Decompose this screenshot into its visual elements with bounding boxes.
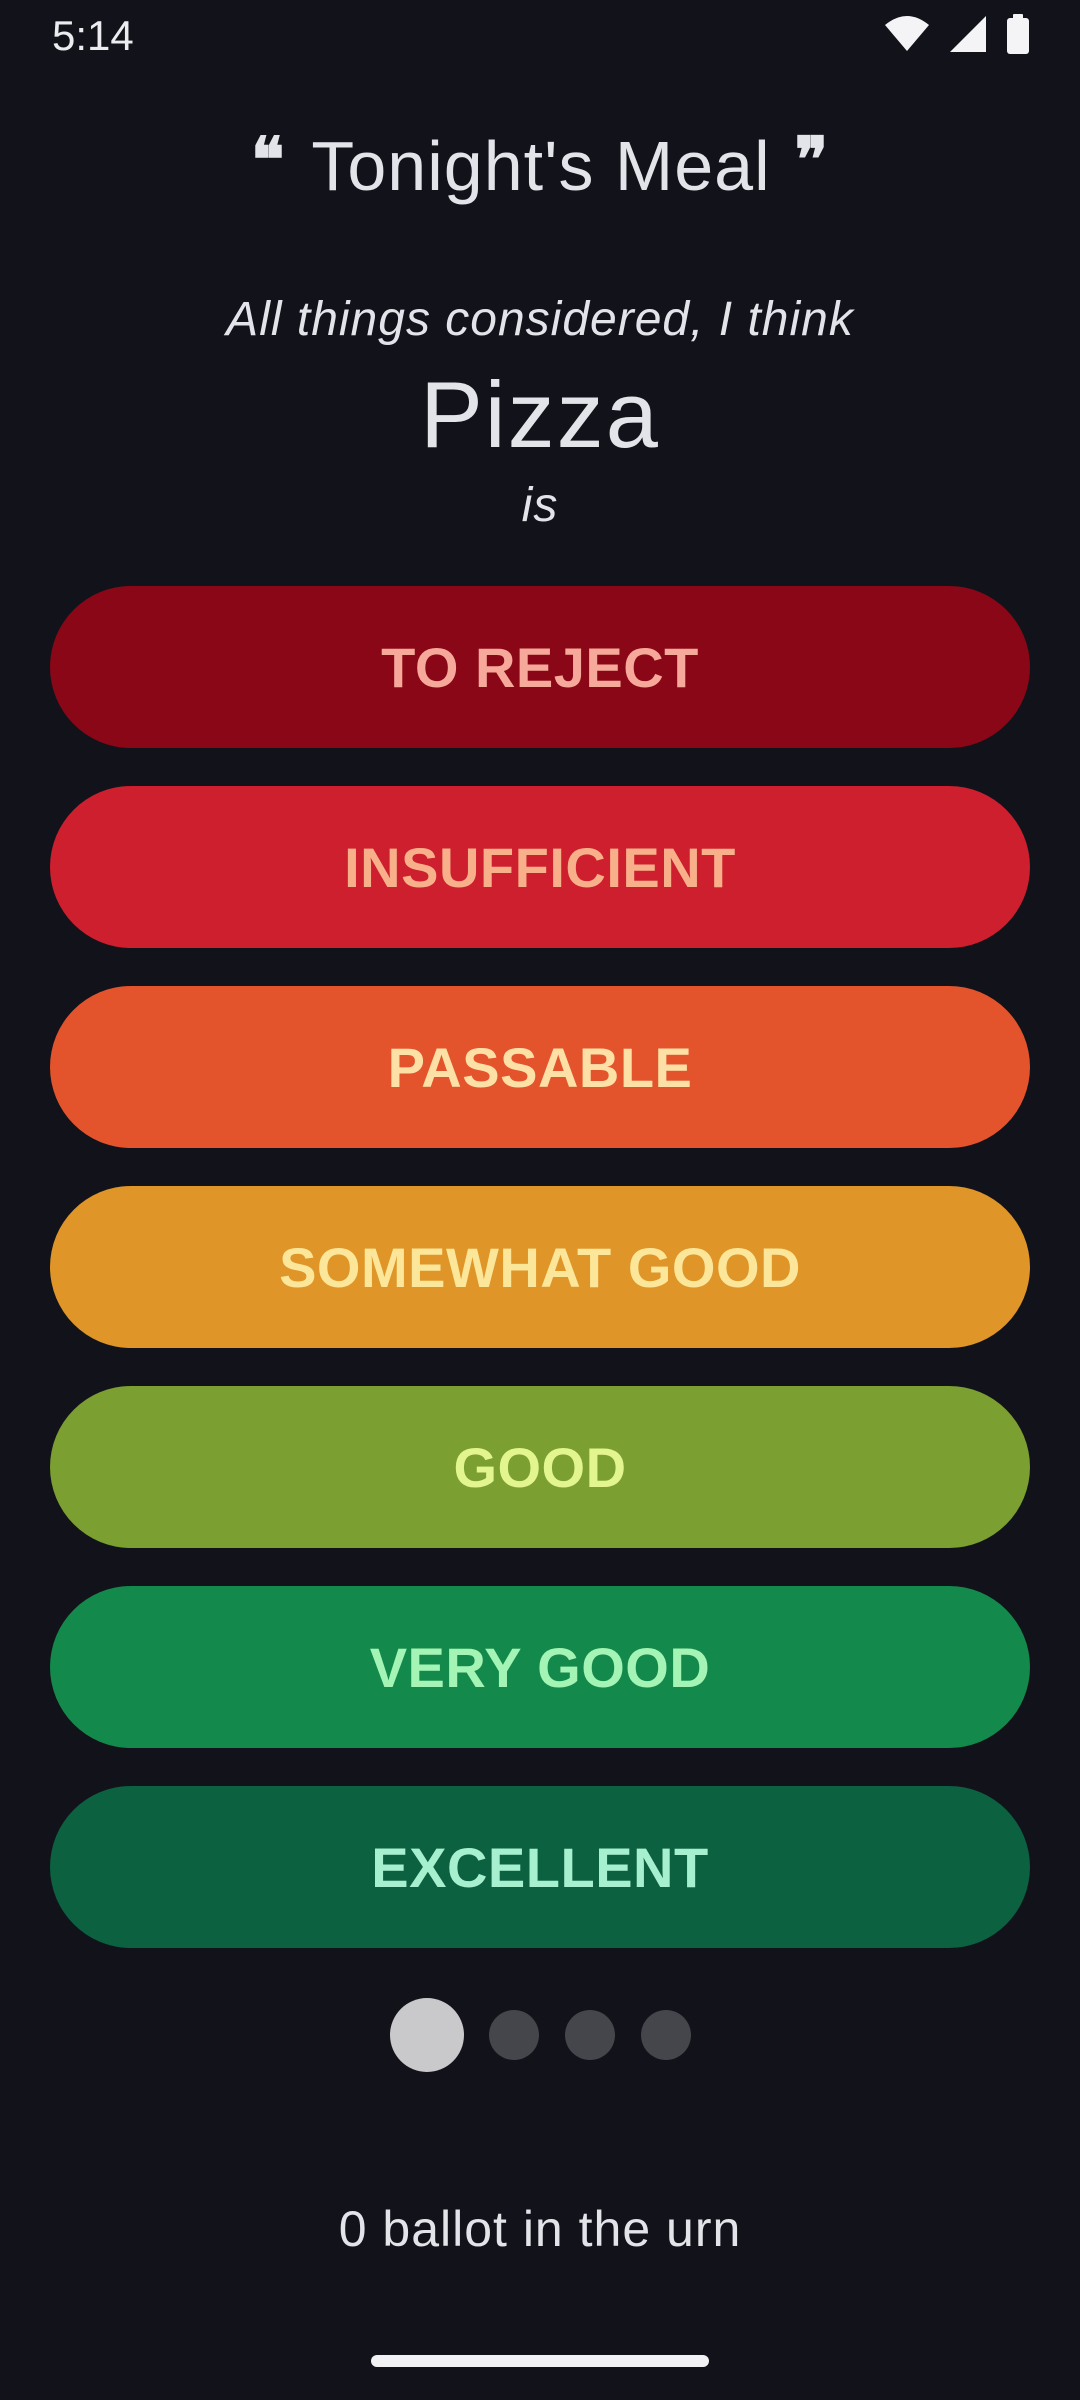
grade-button-very-good[interactable]: VERY GOOD [50,1586,1030,1748]
home-indicator[interactable] [371,2355,709,2367]
grade-button-to-reject[interactable]: TO REJECT [50,586,1030,748]
page-dot[interactable] [488,2010,539,2060]
page-dot[interactable] [389,1998,464,2072]
status-icons [884,13,1030,59]
prompt-intro: All things considered, I think [226,293,854,346]
prompt-copula: is [521,479,559,532]
grade-button-passable[interactable]: PASSABLE [50,986,1030,1148]
page-dot[interactable] [564,2010,615,2060]
wifi-icon [884,15,930,58]
grade-button-insufficient[interactable]: INSUFFICIENT [50,786,1030,948]
status-time: 5:14 [52,12,134,59]
battery-icon [1006,13,1030,59]
page-title: ❝ Tonight's Meal ❞ [0,118,1080,214]
ballot-count: 0 ballot in the urn [338,2201,742,2257]
title-text: Tonight's Meal [311,127,771,205]
page-dot[interactable] [640,2010,691,2060]
grade-button-somewhat-good[interactable]: SOMEWHAT GOOD [50,1186,1030,1348]
grade-list: TO REJECT INSUFFICIENT PASSABLE SOMEWHAT… [50,586,1030,1986]
close-quote-icon: ❞ [794,123,829,196]
cell-signal-icon [948,14,988,59]
open-quote-icon: ❝ [250,123,286,196]
grade-button-good[interactable]: GOOD [50,1386,1030,1548]
prompt-subject: Pizza [420,362,660,467]
status-bar: 5:14 [0,0,1080,72]
page-indicator [0,1998,1080,2072]
grade-button-excellent[interactable]: EXCELLENT [50,1786,1030,1948]
